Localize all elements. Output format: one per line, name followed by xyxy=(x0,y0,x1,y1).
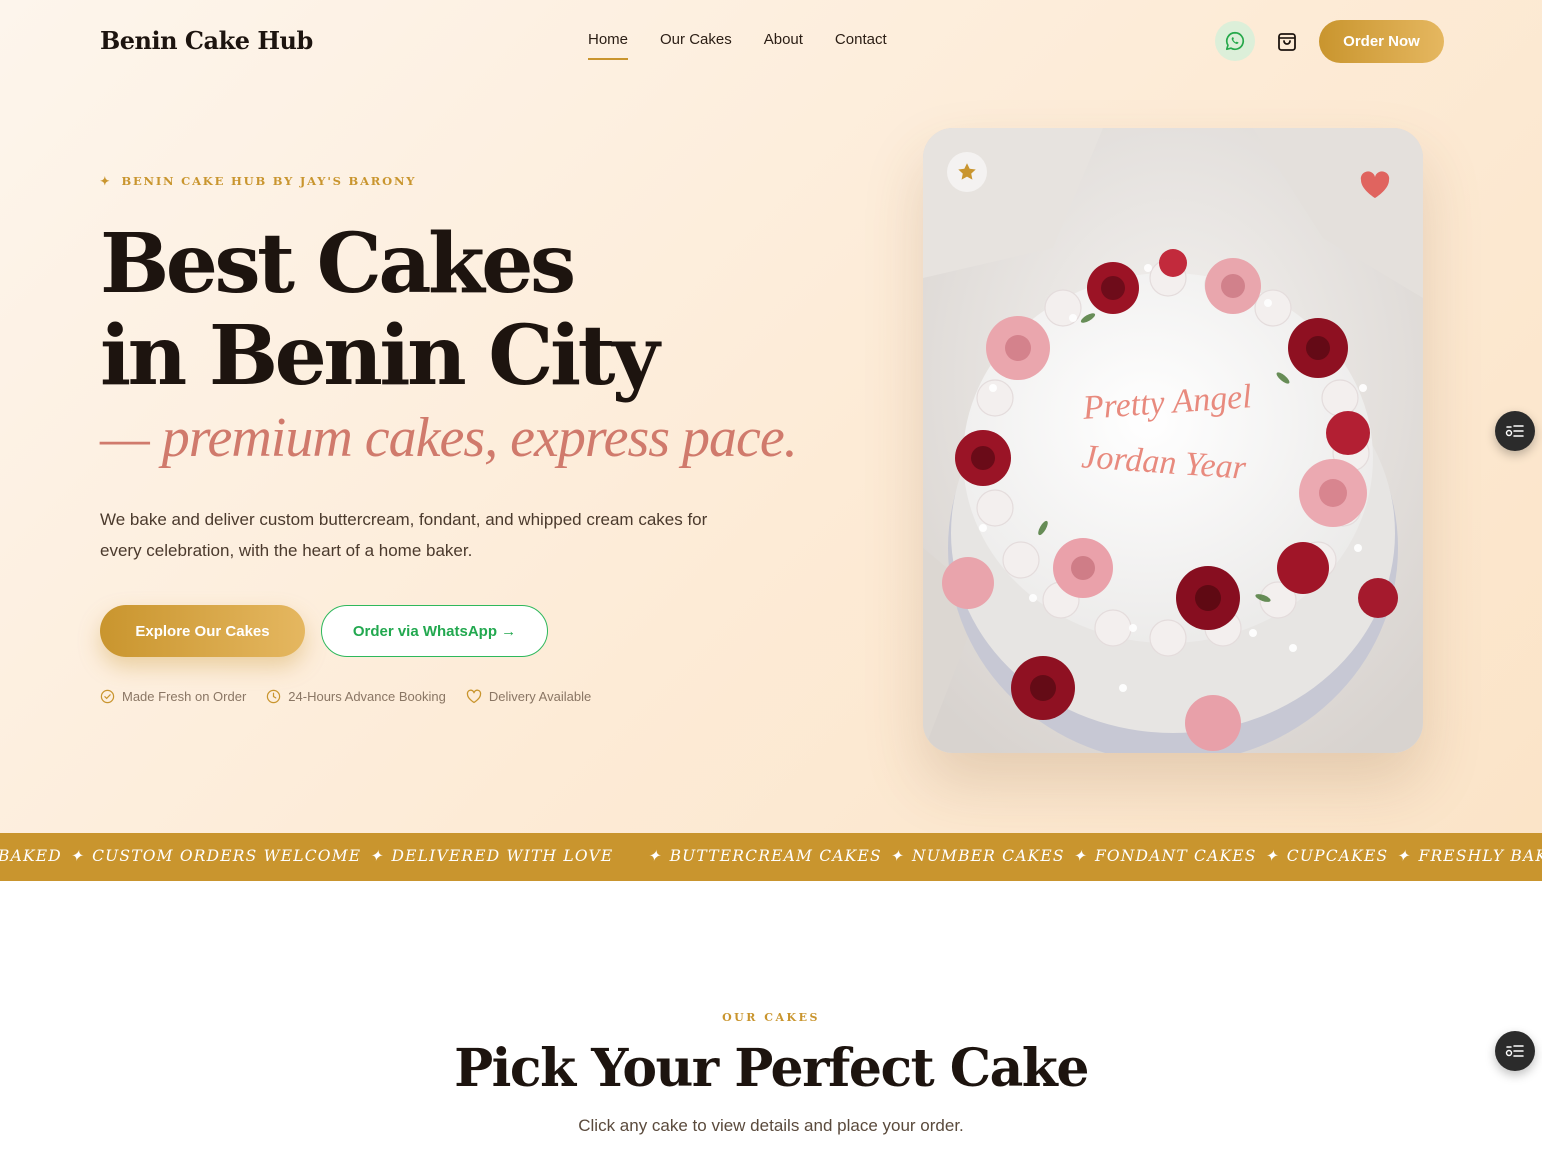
hero-eyebrow-text: BENIN CAKE HUB BY JAY'S BARONY xyxy=(121,174,417,188)
feature-item: Made Fresh on Order xyxy=(100,689,246,704)
featured-badge xyxy=(947,152,987,192)
cake-photo: Pretty Angel Jordan Year xyxy=(923,128,1423,753)
hero-eyebrow: ✦ BENIN CAKE HUB BY JAY'S BARONY xyxy=(100,174,416,188)
order-now-button[interactable]: Order Now xyxy=(1319,20,1444,63)
feature-item: Delivery Available xyxy=(466,689,591,704)
hero-tagline: — premium cakes, express pace. xyxy=(100,407,798,469)
order-whatsapp-button[interactable]: Order via WhatsApp → xyxy=(321,605,548,657)
star-icon xyxy=(958,163,976,180)
sparkle-icon: ✦ xyxy=(100,174,112,188)
marquee-item: DELIVERED WITH LOVE xyxy=(391,847,614,865)
hero-title-line-1: Best Cakes xyxy=(100,216,576,312)
marquee-separator: ✦ xyxy=(1264,847,1279,865)
marquee-item: NUMBER CAKES xyxy=(911,847,1065,865)
brand-logo[interactable]: Benin Cake Hub xyxy=(100,26,313,55)
marquee-item: BAKED xyxy=(0,847,62,865)
marquee-separator: ✦ xyxy=(647,847,662,865)
cart-button[interactable] xyxy=(1270,24,1304,58)
marquee-item: FRESHLY BAKED xyxy=(1418,847,1542,865)
check-circle-icon xyxy=(100,689,115,704)
hero-title-line-2: in Benin City xyxy=(100,308,660,404)
marquee-item: CUSTOM ORDERS WELCOME xyxy=(92,847,362,865)
feature-item: 24-Hours Advance Booking xyxy=(266,689,446,704)
hero-title: Best Cakes in Benin City xyxy=(100,218,800,402)
explore-cakes-button[interactable]: Explore Our Cakes xyxy=(100,605,305,657)
heart-icon xyxy=(466,689,481,704)
shopping-bag-icon xyxy=(1278,33,1296,51)
marquee-banner: BAKED ✦ CUSTOM ORDERS WELCOME ✦ DELIVERED WI… xyxy=(0,833,1542,881)
marquee-separator: ✦ xyxy=(369,847,384,865)
marquee-item: FONDANT CAKES xyxy=(1094,847,1257,865)
section-title: Pick Your Perfect Cake xyxy=(454,1038,1089,1099)
nav-our-cakes[interactable]: Our Cakes xyxy=(660,31,732,60)
marquee-item: CUPCAKES xyxy=(1286,847,1389,865)
toggle-list-icon xyxy=(1505,425,1524,437)
marquee-separator: ✦ xyxy=(69,847,85,865)
whatsapp-button[interactable] xyxy=(1215,21,1255,61)
whatsapp-icon xyxy=(1225,31,1245,51)
marquee-separator: ✦ xyxy=(1072,847,1087,865)
favorite-button[interactable] xyxy=(1355,165,1395,205)
section-subtitle: Click any cake to view details and place… xyxy=(578,1116,964,1135)
floating-toggle-button[interactable] xyxy=(1495,411,1535,451)
hero-cake-card: Pretty Angel Jordan Year xyxy=(923,128,1423,753)
feature-label: Made Fresh on Order xyxy=(122,689,247,704)
marquee-separator: ✦ xyxy=(889,847,904,865)
clock-icon xyxy=(267,689,281,704)
section-eyebrow: OUR CAKES xyxy=(722,1011,820,1024)
main-nav: Home Our Cakes About Contact xyxy=(588,31,887,60)
feature-label: Delivery Available xyxy=(488,689,592,704)
feature-label: 24-Hours Advance Booking xyxy=(288,689,446,704)
hero-lead: We bake and deliver custom buttercream, … xyxy=(100,510,708,560)
nav-about[interactable]: About xyxy=(764,31,803,60)
marquee-track: BAKED ✦ CUSTOM ORDERS WELCOME ✦ DELIVERED WI… xyxy=(0,847,1542,865)
marquee-separator: ✦ xyxy=(1396,847,1411,865)
marquee-item: BUTTERCREAM CAKES xyxy=(669,847,882,865)
nav-contact[interactable]: Contact xyxy=(835,31,887,60)
heart-icon xyxy=(1360,171,1390,198)
nav-home[interactable]: Home xyxy=(588,31,629,60)
hero-features: Made Fresh on Order 24-Hours Advance Boo… xyxy=(100,689,591,704)
site-header: Benin Cake Hub Home Our Cakes About Cont… xyxy=(0,0,1542,82)
